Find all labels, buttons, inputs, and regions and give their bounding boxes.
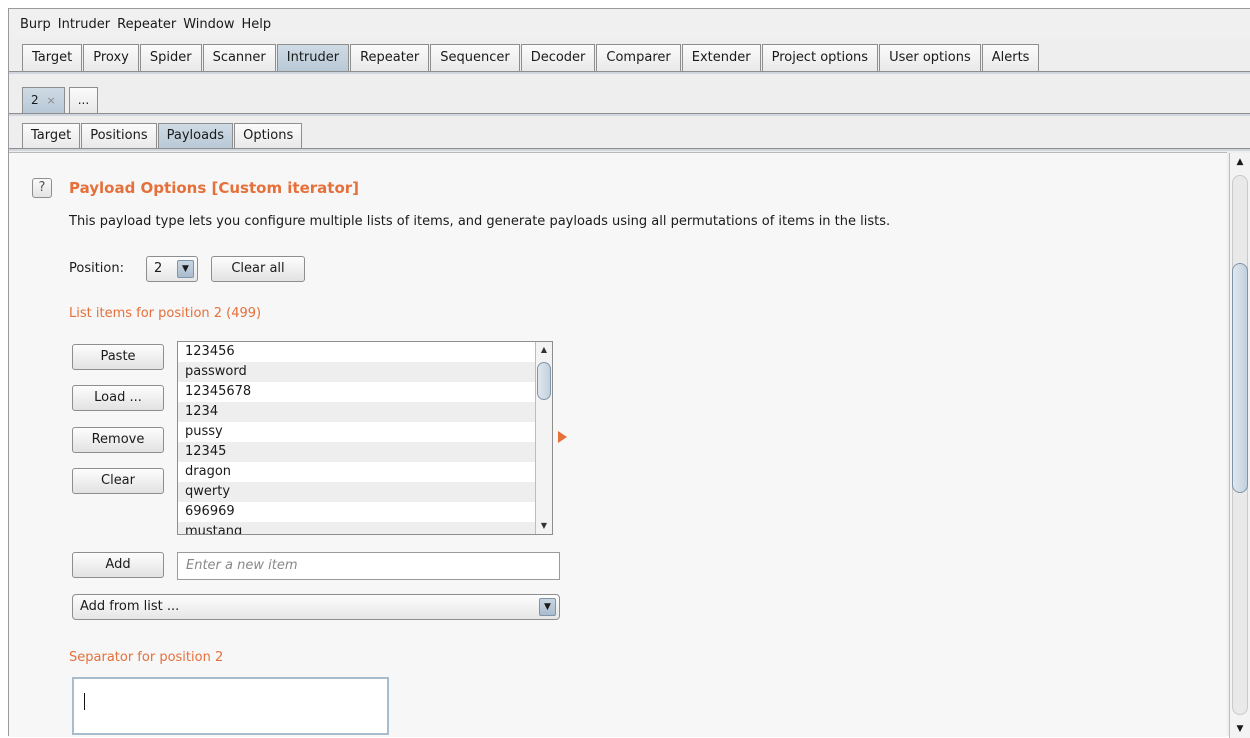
load-button[interactable]: Load ... <box>72 385 164 411</box>
list-item[interactable]: dragon <box>178 462 535 482</box>
position-value: 2 <box>154 261 163 276</box>
list-item[interactable]: mustang <box>178 522 535 534</box>
position-label: Position: <box>69 261 124 276</box>
tab-payloads[interactable]: Payloads <box>157 123 234 149</box>
chevron-down-icon: ▼ <box>177 260 194 278</box>
payload-list-items: 123456 password 12345678 1234 pussy 1234… <box>178 342 535 534</box>
paste-button[interactable]: Paste <box>72 344 164 370</box>
tab-proxy[interactable]: Proxy <box>83 44 139 72</box>
new-attack-tab[interactable]: ... <box>68 87 99 113</box>
tab-intruder[interactable]: Intruder <box>276 44 350 72</box>
tab-target[interactable]: Target <box>22 44 83 72</box>
list-items-label: List items for position 2 (499) <box>69 306 262 321</box>
add-button[interactable]: Add <box>72 552 164 578</box>
tab-alerts[interactable]: Alerts <box>981 44 1040 72</box>
menu-help[interactable]: Help <box>242 17 272 32</box>
attack-tab-bar: 2 × ... <box>9 81 1250 113</box>
panel-scroll-thumb[interactable] <box>1232 263 1248 493</box>
tab-attack-target[interactable]: Target <box>22 123 81 149</box>
position-select[interactable]: 2 ▼ <box>146 256 198 282</box>
list-item[interactable]: 1234 <box>178 402 535 422</box>
add-from-list-select[interactable]: Add from list ... ▼ <box>72 594 560 620</box>
text-caret <box>84 693 85 710</box>
arrow-down-icon[interactable]: ▼ <box>536 518 552 534</box>
tab-comparer[interactable]: Comparer <box>596 44 681 72</box>
tab-divider <box>9 113 1250 116</box>
list-scrollbar[interactable]: ▲ ▼ <box>535 342 552 534</box>
list-item[interactable]: qwerty <box>178 482 535 502</box>
menu-bar: Burp Intruder Repeater Window Help <box>9 9 1250 39</box>
tab-sequencer[interactable]: Sequencer <box>430 44 520 72</box>
tab-extender[interactable]: Extender <box>681 44 761 72</box>
section-description: This payload type lets you configure mul… <box>69 214 891 229</box>
separator-input[interactable] <box>72 677 389 735</box>
list-item[interactable]: 696969 <box>178 502 535 522</box>
menu-window[interactable]: Window <box>183 17 234 32</box>
attack-tab-2[interactable]: 2 × <box>22 87 65 113</box>
list-item[interactable]: pussy <box>178 422 535 442</box>
tab-decoder[interactable]: Decoder <box>520 44 596 72</box>
tab-options[interactable]: Options <box>234 123 303 149</box>
tab-repeater[interactable]: Repeater <box>350 44 430 72</box>
arrow-up-icon[interactable]: ▲ <box>536 342 552 358</box>
payload-options-panel: ? Payload Options [Custom iterator] This… <box>9 152 1250 738</box>
main-tab-bar: Target Proxy Spider Scanner Intruder Rep… <box>9 42 1250 72</box>
burp-window: Burp Intruder Repeater Window Help Targe… <box>8 8 1250 738</box>
tab-scanner[interactable]: Scanner <box>202 44 276 72</box>
menu-intruder[interactable]: Intruder <box>58 17 110 32</box>
list-item[interactable]: password <box>178 362 535 382</box>
tab-spider[interactable]: Spider <box>139 44 202 72</box>
tab-project-options[interactable]: Project options <box>761 44 879 72</box>
payload-list[interactable]: 123456 password 12345678 1234 pussy 1234… <box>177 341 553 535</box>
add-from-list-value: Add from list ... <box>80 599 180 614</box>
chevron-down-icon: ▼ <box>539 598 556 616</box>
help-icon[interactable]: ? <box>32 178 52 198</box>
list-item[interactable]: 12345 <box>178 442 535 462</box>
menu-burp[interactable]: Burp <box>20 17 51 32</box>
menu-repeater[interactable]: Repeater <box>117 17 176 32</box>
attack-tab-label: 2 <box>31 93 39 107</box>
panel-scrollbar[interactable]: ▲ ▼ <box>1229 153 1250 738</box>
remove-button[interactable]: Remove <box>72 427 164 453</box>
close-icon[interactable]: × <box>46 94 55 107</box>
tab-positions[interactable]: Positions <box>81 123 157 149</box>
intruder-tab-bar: Target Positions Payloads Options <box>9 119 1250 149</box>
arrow-up-icon[interactable]: ▲ <box>1230 153 1250 171</box>
list-item[interactable]: 12345678 <box>178 382 535 402</box>
tab-divider <box>9 71 1250 74</box>
list-item[interactable]: 123456 <box>178 342 535 362</box>
tab-divider <box>9 148 1250 151</box>
clear-all-button[interactable]: Clear all <box>211 256 305 282</box>
tab-user-options[interactable]: User options <box>879 44 981 72</box>
list-scroll-thumb[interactable] <box>537 362 551 400</box>
arrow-down-icon[interactable]: ▼ <box>1230 720 1250 738</box>
separator-label: Separator for position 2 <box>69 650 224 665</box>
expand-arrow-icon[interactable] <box>558 431 567 443</box>
section-heading: Payload Options [Custom iterator] <box>69 179 360 197</box>
new-item-input[interactable]: Enter a new item <box>177 552 560 580</box>
clear-button[interactable]: Clear <box>72 468 164 494</box>
